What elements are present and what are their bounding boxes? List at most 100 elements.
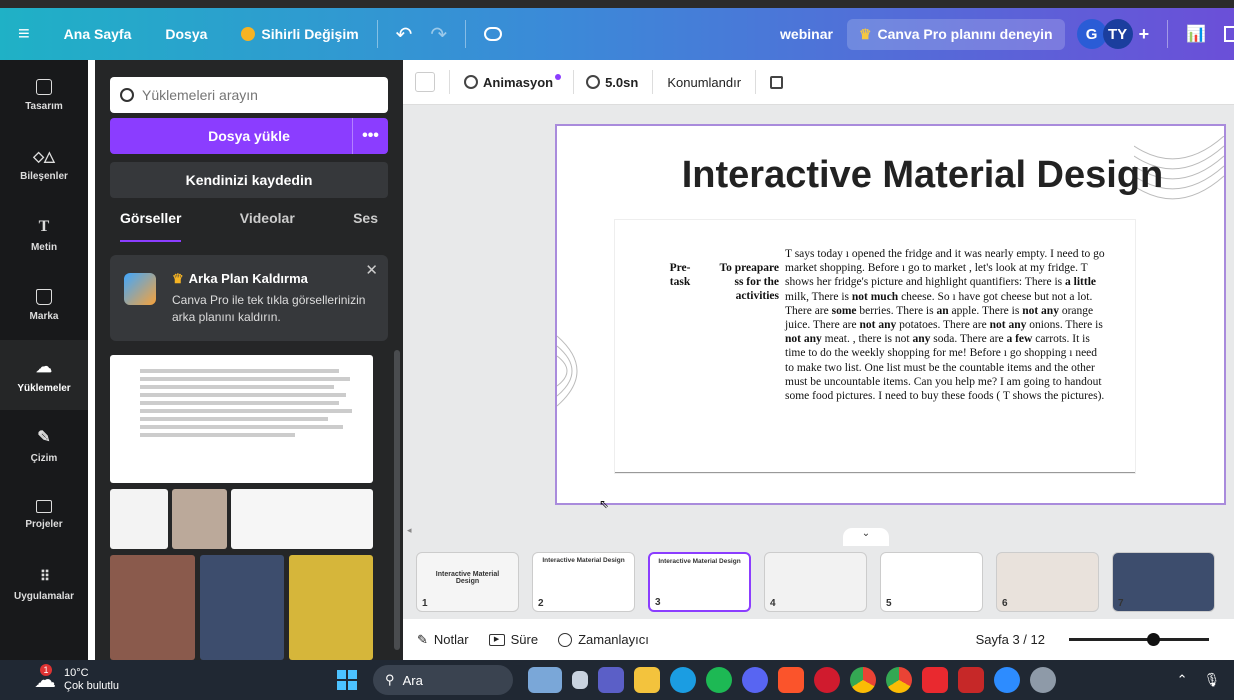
flash-app-icon[interactable] [922,667,949,693]
search-box[interactable] [110,77,388,113]
rail-design[interactable]: Tasarım [0,60,88,130]
taskbar-search-label: Ara [402,672,423,688]
tray-chevron-icon[interactable]: ⌃ [1177,672,1188,688]
doc-text-run: berries. There is [856,304,937,317]
upload-thumb[interactable] [110,355,373,483]
redo-icon[interactable]: ↷ [430,22,447,47]
page-thumbnail[interactable]: 4 [764,552,867,612]
canva-pro-button[interactable]: ♛ Canva Pro planını deneyin [846,18,1065,50]
animation-button[interactable]: Animasyon [464,74,562,90]
scroll-left-arrow[interactable]: ◂ [407,525,412,536]
upload-thumb[interactable] [172,489,227,549]
play-box-icon: ▶ [488,633,505,646]
position-button[interactable]: Konumlandır [667,75,741,90]
rail-projects[interactable]: Projeler [0,480,88,550]
upload-thumb[interactable] [200,555,284,660]
brave-icon[interactable] [778,667,805,693]
page-thumbnail[interactable]: Interactive Material Design 2 [532,552,635,612]
upload-thumb[interactable] [110,489,168,549]
taskview-icon[interactable] [572,671,589,689]
rail-uploads[interactable]: ☁ Yüklemeler [0,340,88,410]
rail-apps[interactable]: ⠿ Uygulamalar [0,550,88,620]
file-explorer-icon[interactable] [634,667,661,693]
analytics-icon[interactable]: 📊 [1186,24,1206,44]
record-yourself-button[interactable]: Kendinizi kaydedin [110,162,388,198]
animation-icon [464,75,478,89]
slide-title[interactable]: Interactive Material Design [557,154,1228,197]
timer-icon [558,632,573,647]
doc-body-text: T says today ı opened the fridge and it … [785,247,1107,403]
more-options-button[interactable]: ••• [352,118,388,154]
timer-button[interactable]: Zamanlayıcı [558,632,649,647]
rail-text[interactable]: T Metin [0,200,88,270]
duration-toggle[interactable]: ▶ Süre [488,632,539,647]
microphone-icon[interactable]: 🎙 [1203,672,1220,688]
teams-icon[interactable] [598,667,625,693]
duration-label: 5.0sn [605,74,639,90]
upload-thumb[interactable] [110,555,195,660]
share-icon[interactable] [1224,26,1234,42]
show-pages-chevron[interactable]: ⌄ [843,528,889,546]
upload-thumb[interactable] [289,555,373,660]
settings-icon[interactable] [1030,667,1057,693]
doc-emphasis: an [936,304,949,317]
chrome-icon[interactable] [850,667,877,693]
tab-images[interactable]: Görseller [120,210,182,242]
notes-button[interactable]: ✎ Notlar [417,632,469,648]
discord-icon[interactable] [742,667,769,693]
page-thumbnail[interactable]: Interactive Material Design 1 [416,552,519,612]
duration-toggle-label: Süre [510,632,539,647]
color-swatch[interactable] [415,72,435,92]
upload-thumb[interactable] [231,489,373,549]
duration-button[interactable]: 5.0sn [586,75,638,90]
document-image[interactable]: Pre- task To preapare ss for the activit… [615,220,1135,473]
opera-icon[interactable] [814,667,841,693]
tab-audio[interactable]: Ses [353,210,378,242]
panel-scrollbar[interactable] [394,350,400,650]
zoom-slider-knob[interactable] [1147,633,1160,646]
search-icon: ⚲ [385,672,395,687]
upload-file-button[interactable]: Dosya yükle ••• [110,118,388,154]
cloud-saved-icon[interactable] [484,27,503,41]
rail-elements[interactable]: ◇△ Bileşenler [0,130,88,200]
taskbar-search[interactable]: ⚲ Ara [373,665,514,695]
edge-icon[interactable] [670,667,697,693]
weather-widget[interactable]: ☁ 1 10°C Çok bulutlu [34,664,119,693]
pdf-icon[interactable] [958,667,985,693]
top-bar: ≡ Ana Sayfa Dosya Sihirli Değişim ↶ ↷ we… [0,8,1234,60]
doc-text-run: T says today ı opened the fridge and it … [785,248,1105,289]
page-indicator[interactable]: Sayfa 3 / 12 [976,632,1045,647]
page-thumbnail[interactable]: 5 [880,552,983,612]
home-link[interactable]: Ana Sayfa [64,26,132,42]
whale-app-icon[interactable] [528,667,563,693]
tab-videos[interactable]: Videolar [240,210,295,242]
avatar-ty[interactable]: TY [1102,19,1133,49]
search-input[interactable] [142,87,372,103]
slide-canvas[interactable]: Interactive Material Design Pre- task To… [555,124,1226,505]
lock-icon[interactable] [770,75,784,89]
page-thumbnail[interactable]: Interactive Material Design 3 [648,552,751,612]
add-collaborator-button[interactable]: + [1139,24,1150,45]
document-title[interactable]: webinar [780,26,833,42]
left-rail: Tasarım ◇△ Bileşenler T Metin Marka ☁ Yü… [0,60,88,660]
rail-brand[interactable]: Marka [0,270,88,340]
windows-start-icon[interactable] [337,670,358,690]
close-icon[interactable]: ✕ [365,261,378,279]
rail-label: Marka [29,310,59,322]
zoom-slider[interactable] [1069,633,1209,646]
chrome-icon[interactable] [886,667,913,693]
zoom-icon[interactable] [994,667,1021,693]
crown-icon: ♛ [172,271,184,286]
magic-switch-button[interactable]: Sihirli Değişim [241,26,359,42]
rail-label: Tasarım [25,100,63,112]
page-thumbnail[interactable]: 7 [1112,552,1215,612]
undo-icon[interactable]: ↶ [396,22,413,47]
menu-icon[interactable]: ≡ [18,23,30,46]
text-icon: T [38,217,50,235]
divider [376,20,378,48]
spotify-icon[interactable] [706,667,733,693]
rail-draw[interactable]: ✎ Çizim [0,410,88,480]
file-menu[interactable]: Dosya [165,26,207,42]
rail-label: Bileşenler [20,171,68,182]
page-thumbnail[interactable]: 6 [996,552,1099,612]
